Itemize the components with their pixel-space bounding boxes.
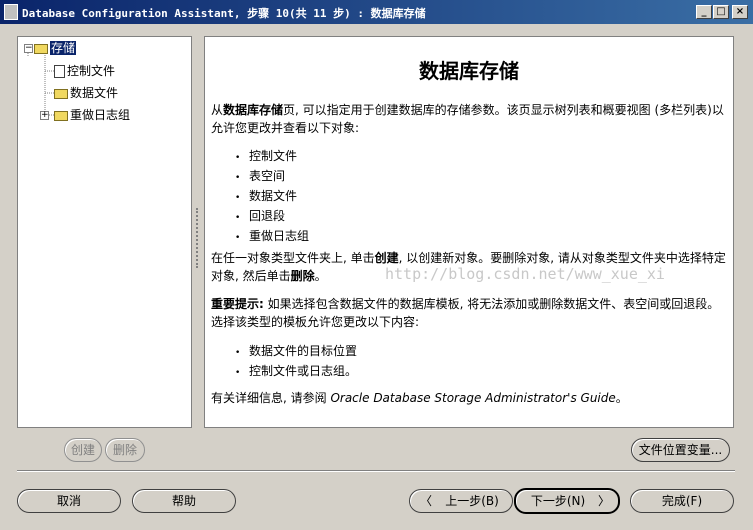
create-text: 在任一对象类型文件夹上, 单击	[211, 251, 375, 265]
maximize-button[interactable]: □	[713, 5, 729, 19]
tree-node-storage[interactable]: 存储	[34, 40, 77, 56]
list-item: 表空间	[235, 167, 309, 187]
create-bold: 创建	[374, 251, 399, 265]
tree-node-control-files[interactable]: 控制文件	[54, 63, 115, 79]
folder-icon	[54, 88, 68, 99]
window-title: Database Configuration Assistant, 步骤 10(…	[22, 7, 426, 20]
next-button-label: 下一步(N)	[530, 494, 586, 508]
list-item: 数据文件	[235, 187, 309, 207]
expand-toggle[interactable]: +	[40, 111, 49, 120]
back-button-label: 上一步(B)	[445, 494, 499, 508]
more-text: 。	[615, 391, 628, 405]
app-icon	[4, 4, 18, 20]
intro-paragraph: 从数据库存储页, 可以指定用于创建数据库的存储参数。该页显示树列表和概要视图 (…	[211, 101, 726, 137]
intro-text: 页, 可以指定用于创建数据库的存储参数。该页显示树列表和概要视图 (多栏列表)以…	[211, 103, 724, 135]
close-button[interactable]: ×	[732, 5, 748, 19]
create-text: 。	[314, 269, 327, 283]
object-list: 控制文件 表空间 数据文件 回退段 重做日志组	[235, 147, 309, 247]
list-item: 回退段	[235, 207, 309, 227]
list-item: 重做日志组	[235, 227, 309, 247]
folder-open-icon	[34, 43, 48, 54]
next-button[interactable]: 下一步(N) 〉	[514, 488, 620, 514]
storage-tree[interactable]: − 存储 控制文件 数据文件 + 重做日志组	[17, 36, 192, 428]
back-arrow-icon: 〈	[420, 494, 433, 508]
intro-bold: 数据库存储	[223, 103, 284, 117]
next-arrow-icon: 〉	[597, 494, 610, 508]
divider	[17, 470, 735, 472]
folder-icon	[54, 110, 68, 121]
tree-node-label: 控制文件	[67, 64, 116, 78]
title-bar: Database Configuration Assistant, 步骤 10(…	[0, 0, 753, 24]
guide-reference: Oracle Database Storage Administrator's …	[330, 391, 616, 405]
note-text: 如果选择包含数据文件的数据库模板, 将无法添加或删除数据文件、表空间或回退段。选…	[211, 297, 720, 329]
more-info-paragraph: 有关详细信息, 请参阅 Oracle Database Storage Admi…	[211, 389, 726, 407]
note-paragraph: 重要提示: 如果选择包含数据文件的数据库模板, 将无法添加或删除数据文件、表空间…	[211, 295, 726, 331]
tree-node-redo-log-groups[interactable]: 重做日志组	[54, 107, 130, 123]
document-icon	[54, 65, 65, 78]
intro-text: 从	[211, 103, 224, 117]
delete-button[interactable]: 删除	[105, 438, 145, 462]
tree-node-label: 数据文件	[70, 86, 119, 100]
page-title: 数据库存储	[419, 59, 519, 83]
splitter-handle[interactable]	[196, 208, 201, 268]
help-panel: 数据库存储 从数据库存储页, 可以指定用于创建数据库的存储参数。该页显示树列表和…	[204, 36, 734, 428]
create-button[interactable]: 创建	[64, 438, 102, 462]
minimize-button[interactable]: _	[696, 5, 712, 19]
changeable-list: 数据文件的目标位置 控制文件或日志组。	[235, 342, 357, 382]
list-item: 控制文件	[235, 147, 309, 167]
tree-node-label: 存储	[50, 41, 77, 55]
back-button[interactable]: 〈 上一步(B)	[409, 489, 513, 513]
watermark: http://blog.csdn.net/www_xue_xi	[385, 265, 665, 283]
tree-node-label: 重做日志组	[70, 108, 131, 122]
file-location-variables-button[interactable]: 文件位置变量...	[631, 438, 730, 462]
tree-node-data-files[interactable]: 数据文件	[54, 85, 118, 101]
collapse-toggle[interactable]: −	[24, 44, 33, 53]
help-button[interactable]: 帮助	[132, 489, 236, 513]
note-bold: 重要提示:	[211, 297, 264, 311]
cancel-button[interactable]: 取消	[17, 489, 121, 513]
list-item: 控制文件或日志组。	[235, 362, 357, 382]
list-item: 数据文件的目标位置	[235, 342, 357, 362]
more-text: 有关详细信息, 请参阅	[211, 391, 331, 405]
finish-button[interactable]: 完成(F)	[630, 489, 734, 513]
delete-bold: 删除	[290, 269, 315, 283]
